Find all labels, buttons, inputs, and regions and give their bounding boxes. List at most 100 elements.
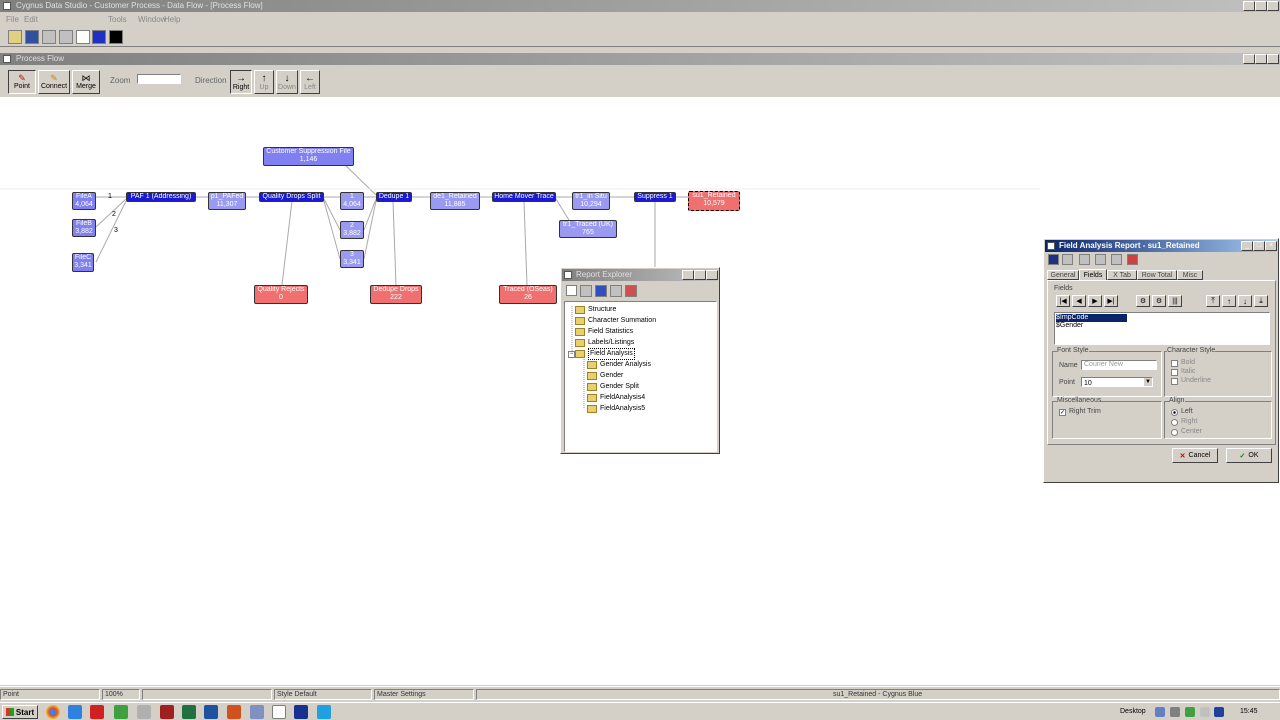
node-dedupe-1[interactable]: Dedupe 1 (376, 192, 412, 202)
cygnus-icon[interactable] (294, 705, 308, 719)
export-icon[interactable] (1111, 254, 1122, 265)
access-icon[interactable] (160, 705, 174, 719)
app-icon[interactable] (3, 2, 11, 10)
menu-file[interactable]: File (6, 15, 19, 24)
direction-down-button[interactable]: ↓ Down (276, 70, 298, 94)
tree-item-fieldanalysis5[interactable]: FieldAnalysis5 (587, 404, 645, 414)
tree-item-structure[interactable]: Structure (575, 305, 616, 315)
process-maximize-button[interactable]: □ (1255, 54, 1267, 64)
node-tr1-traced[interactable]: tr1_Traced (UK) 765 (559, 220, 617, 238)
tab-x-tab[interactable]: X Tab (1107, 270, 1137, 280)
zoom-slider[interactable] (137, 74, 181, 84)
node-traced-oseas[interactable]: Traced (OSeas) 26 (499, 285, 557, 304)
menu-window[interactable]: Window (138, 15, 166, 24)
tool-icon[interactable] (137, 705, 151, 719)
tab-fields[interactable]: Fields (1079, 269, 1107, 280)
direction-up-button[interactable]: ↑ Up (254, 70, 274, 94)
tray-icon[interactable] (1170, 707, 1180, 717)
skype-icon[interactable] (317, 705, 331, 719)
tree-item-field-statistics[interactable]: Field Statistics (575, 327, 633, 337)
node-filec[interactable]: FileC 3,341 (72, 253, 94, 272)
save-icon[interactable] (25, 30, 39, 44)
align-center-radio[interactable] (1171, 429, 1178, 436)
node-customer-suppression[interactable]: Customer Suppression File 1,146 (263, 147, 354, 166)
grid-icon[interactable] (76, 30, 90, 44)
direction-left-button[interactable]: ← Left (300, 70, 320, 94)
node-de1-retained[interactable]: de1_Retained 11,885 (430, 192, 480, 210)
excel-icon[interactable] (182, 705, 196, 719)
explorer-minimize-button[interactable]: _ (682, 270, 694, 280)
node-dedupe-drops[interactable]: Dedupe Drops 222 (370, 285, 422, 304)
process-minimize-button[interactable]: _ (1243, 54, 1255, 64)
node-split-1[interactable]: 1 4,064 (340, 192, 364, 210)
underline-checkbox[interactable] (1171, 378, 1178, 385)
field-settings-icon[interactable]: ⚙ (1136, 295, 1150, 307)
menu-edit[interactable]: Edit (24, 15, 38, 24)
chrome-icon[interactable] (46, 705, 60, 719)
tree-item-field-analysis[interactable]: Field Analysis (575, 348, 635, 360)
report-tree[interactable]: − Structure Character Summation Field St… (564, 301, 717, 452)
point-tool-button[interactable]: ✎ Point (8, 70, 36, 94)
node-su1-retained[interactable]: su1_Retained 10,579 (688, 191, 740, 211)
preview-icon[interactable] (1062, 254, 1073, 265)
node-quality-rejects[interactable]: Quality Rejects 0 (254, 285, 308, 304)
db-icon[interactable] (109, 30, 123, 44)
network-tray-icon[interactable] (1214, 707, 1224, 717)
move-top-button[interactable]: ⤒ (1206, 295, 1220, 307)
field-props-icon[interactable]: ⚙ (1152, 295, 1166, 307)
delete-icon[interactable] (625, 285, 637, 297)
merge-tool-button[interactable]: ⋈ Merge (72, 70, 100, 94)
acrobat-icon[interactable] (90, 705, 104, 719)
dialog-close-button[interactable]: × (1265, 241, 1277, 251)
copy-icon[interactable] (1079, 254, 1090, 265)
print-icon[interactable] (610, 285, 622, 297)
wand-icon[interactable] (42, 30, 56, 44)
save-icon[interactable] (1048, 254, 1059, 265)
field-list-item[interactable]: $Gender (1056, 322, 1127, 330)
italic-checkbox[interactable] (1171, 369, 1178, 376)
tree-item-fieldanalysis4[interactable]: FieldAnalysis4 (587, 393, 645, 403)
node-filea[interactable]: FileA 4,064 (72, 192, 96, 210)
node-fileb[interactable]: FileB 3,882 (72, 219, 96, 237)
dialog-minimize-button[interactable]: _ (1241, 241, 1253, 251)
tab-misc[interactable]: Misc (1177, 270, 1203, 280)
node-home-mover-trace[interactable]: Home Mover Trace (492, 192, 556, 202)
globe-icon[interactable] (92, 30, 106, 44)
move-bottom-button[interactable]: ⤓ (1254, 295, 1268, 307)
last-field-button[interactable]: ▶| (1104, 295, 1118, 307)
move-down-button[interactable]: ↓ (1238, 295, 1252, 307)
right-trim-checkbox[interactable]: ✓ (1059, 409, 1066, 416)
first-field-button[interactable]: |◀ (1056, 295, 1070, 307)
tray-icon[interactable] (1185, 707, 1195, 717)
tree-item-labels-listings[interactable]: Labels/Listings (575, 338, 634, 348)
menu-help[interactable]: Help (164, 15, 180, 24)
next-field-button[interactable]: ▶ (1088, 295, 1102, 307)
connect-tool-button[interactable]: ✎ Connect (38, 70, 70, 94)
volume-icon[interactable] (1200, 707, 1210, 717)
cancel-button[interactable]: ✕ Cancel (1172, 448, 1218, 463)
node-split-2[interactable]: 2 3,882 (340, 221, 364, 239)
expand-icon[interactable] (566, 285, 577, 296)
process-close-button[interactable]: × (1267, 54, 1279, 64)
field-list-item[interactable]: $ImpCode (1056, 314, 1127, 322)
process-window-icon[interactable] (3, 55, 11, 63)
explorer-close-button[interactable]: × (706, 270, 718, 280)
settings-icon[interactable] (580, 285, 592, 297)
chevron-down-icon[interactable]: ▼ (1144, 378, 1152, 386)
node-split-3[interactable]: 3 3,341 (340, 250, 364, 268)
app-maximize-button[interactable]: □ (1255, 1, 1267, 11)
font-point-select[interactable]: 10 ▼ (1081, 377, 1153, 387)
node-suppress-1[interactable]: Suppress 1 (634, 192, 676, 202)
chart-icon[interactable] (59, 30, 73, 44)
node-p1-pafed[interactable]: p1_PAFed 11,307 (208, 192, 246, 210)
app-minimize-button[interactable]: _ (1243, 1, 1255, 11)
word-icon[interactable] (204, 705, 218, 719)
ie-icon[interactable] (68, 705, 82, 719)
window-icon[interactable] (272, 705, 286, 719)
open-icon[interactable] (8, 30, 22, 44)
app-green-icon[interactable] (114, 705, 128, 719)
delete-icon[interactable] (1127, 254, 1138, 265)
start-button[interactable]: Start (2, 705, 38, 719)
tab-row-total[interactable]: Row Total (1137, 270, 1177, 280)
bold-checkbox[interactable] (1171, 360, 1178, 367)
